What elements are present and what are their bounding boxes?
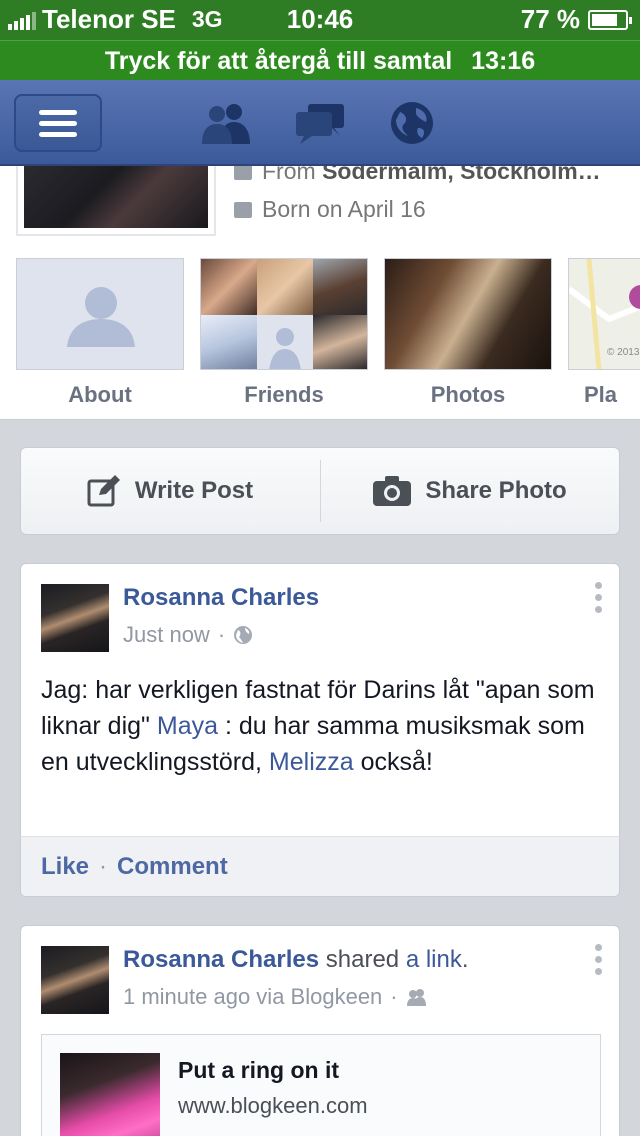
born-text: Born on April 16 [262, 196, 426, 222]
friends-label[interactable]: Friends [200, 382, 368, 408]
author-name[interactable]: Rosanna Charles [123, 946, 319, 973]
places-tile[interactable]: © 2013 [568, 258, 640, 370]
status-bar: Telenor SE 3G 10:46 77 % [0, 0, 640, 40]
story-options-icon[interactable] [595, 944, 605, 975]
link-title: Put a ring on it [178, 1057, 339, 1083]
friends-tile[interactable] [200, 258, 368, 370]
about-tile[interactable] [16, 258, 184, 370]
battery-percent: 77 % [520, 4, 580, 34]
menu-button[interactable] [14, 94, 102, 152]
places-label[interactable]: Pla [584, 382, 640, 408]
story-card: Rosanna Charles shared a link. 1 minute … [20, 925, 620, 1136]
story-header: Rosanna Charles shared a link. [123, 946, 469, 973]
photos-label[interactable]: Photos [384, 382, 552, 408]
link-url: www.blogkeen.com [178, 1093, 368, 1118]
link-thumbnail [60, 1053, 160, 1136]
friends-icon[interactable] [200, 100, 252, 146]
friends-privacy-icon [406, 989, 426, 1006]
born-line: Born on April 16 [234, 196, 426, 223]
post-meta: 1 minute ago via Blogkeen · [123, 984, 428, 1010]
profile-tiles: © 2013 About Friends Photos Pla [0, 258, 640, 407]
return-to-call-bar[interactable]: Tryck för att återgå till samtal 13:16 [0, 40, 640, 80]
battery-icon [588, 9, 632, 30]
mention-link[interactable]: Maya [157, 712, 218, 740]
meta-separator: · [390, 984, 398, 1009]
globe-icon [234, 626, 253, 644]
post-timestamp[interactable]: 1 minute ago via Blogkeen [123, 984, 382, 1010]
footer-separator: · [99, 852, 108, 880]
link-attachment[interactable]: Put a ring on it www.blogkeen.com [41, 1034, 601, 1136]
avatar[interactable] [41, 946, 109, 1014]
camera-icon [373, 476, 412, 506]
story-card: Rosanna Charles Just now · Jag: har verk… [20, 563, 620, 897]
calendar-icon [234, 201, 252, 218]
post-timestamp[interactable]: Just now [123, 622, 210, 648]
photos-tile[interactable] [384, 258, 552, 370]
profile-picture[interactable] [16, 166, 216, 236]
shared-link-word[interactable]: a link [406, 946, 462, 973]
shared-verb: shared [325, 946, 400, 973]
menu-icon [39, 109, 77, 115]
top-nav-bar [0, 80, 640, 166]
status-right: 77 % [520, 4, 632, 35]
write-post-button[interactable]: Write Post [21, 448, 319, 534]
post-message: Jag: har verkligen fastnat för Darins lå… [41, 676, 595, 776]
avatar[interactable] [41, 584, 109, 652]
messages-icon[interactable] [294, 100, 346, 146]
story-options-icon[interactable] [595, 582, 605, 613]
share-photo-button[interactable]: Share Photo [321, 448, 619, 534]
write-post-label: Write Post [134, 477, 254, 504]
map-copyright: © 2013 [607, 347, 640, 358]
comment-button[interactable]: Comment [117, 853, 228, 881]
mention-link[interactable]: Melizza [269, 748, 354, 776]
share-photo-label: Share Photo [425, 477, 567, 504]
publisher-bar: Write Post Share Photo [20, 447, 620, 535]
story-footer: Like · Comment [21, 836, 619, 896]
pencil-icon [87, 475, 120, 507]
like-button[interactable]: Like [41, 853, 89, 881]
person-silhouette-icon [67, 287, 135, 347]
globe-icon[interactable] [386, 100, 438, 146]
about-label[interactable]: About [16, 382, 184, 408]
author-name[interactable]: Rosanna Charles [123, 584, 319, 612]
call-bar-text: Tryck för att återgå till samtal [104, 47, 453, 75]
call-duration: 13:16 [471, 47, 536, 75]
meta-separator: · [217, 622, 226, 647]
post-meta: Just now · [123, 622, 253, 648]
